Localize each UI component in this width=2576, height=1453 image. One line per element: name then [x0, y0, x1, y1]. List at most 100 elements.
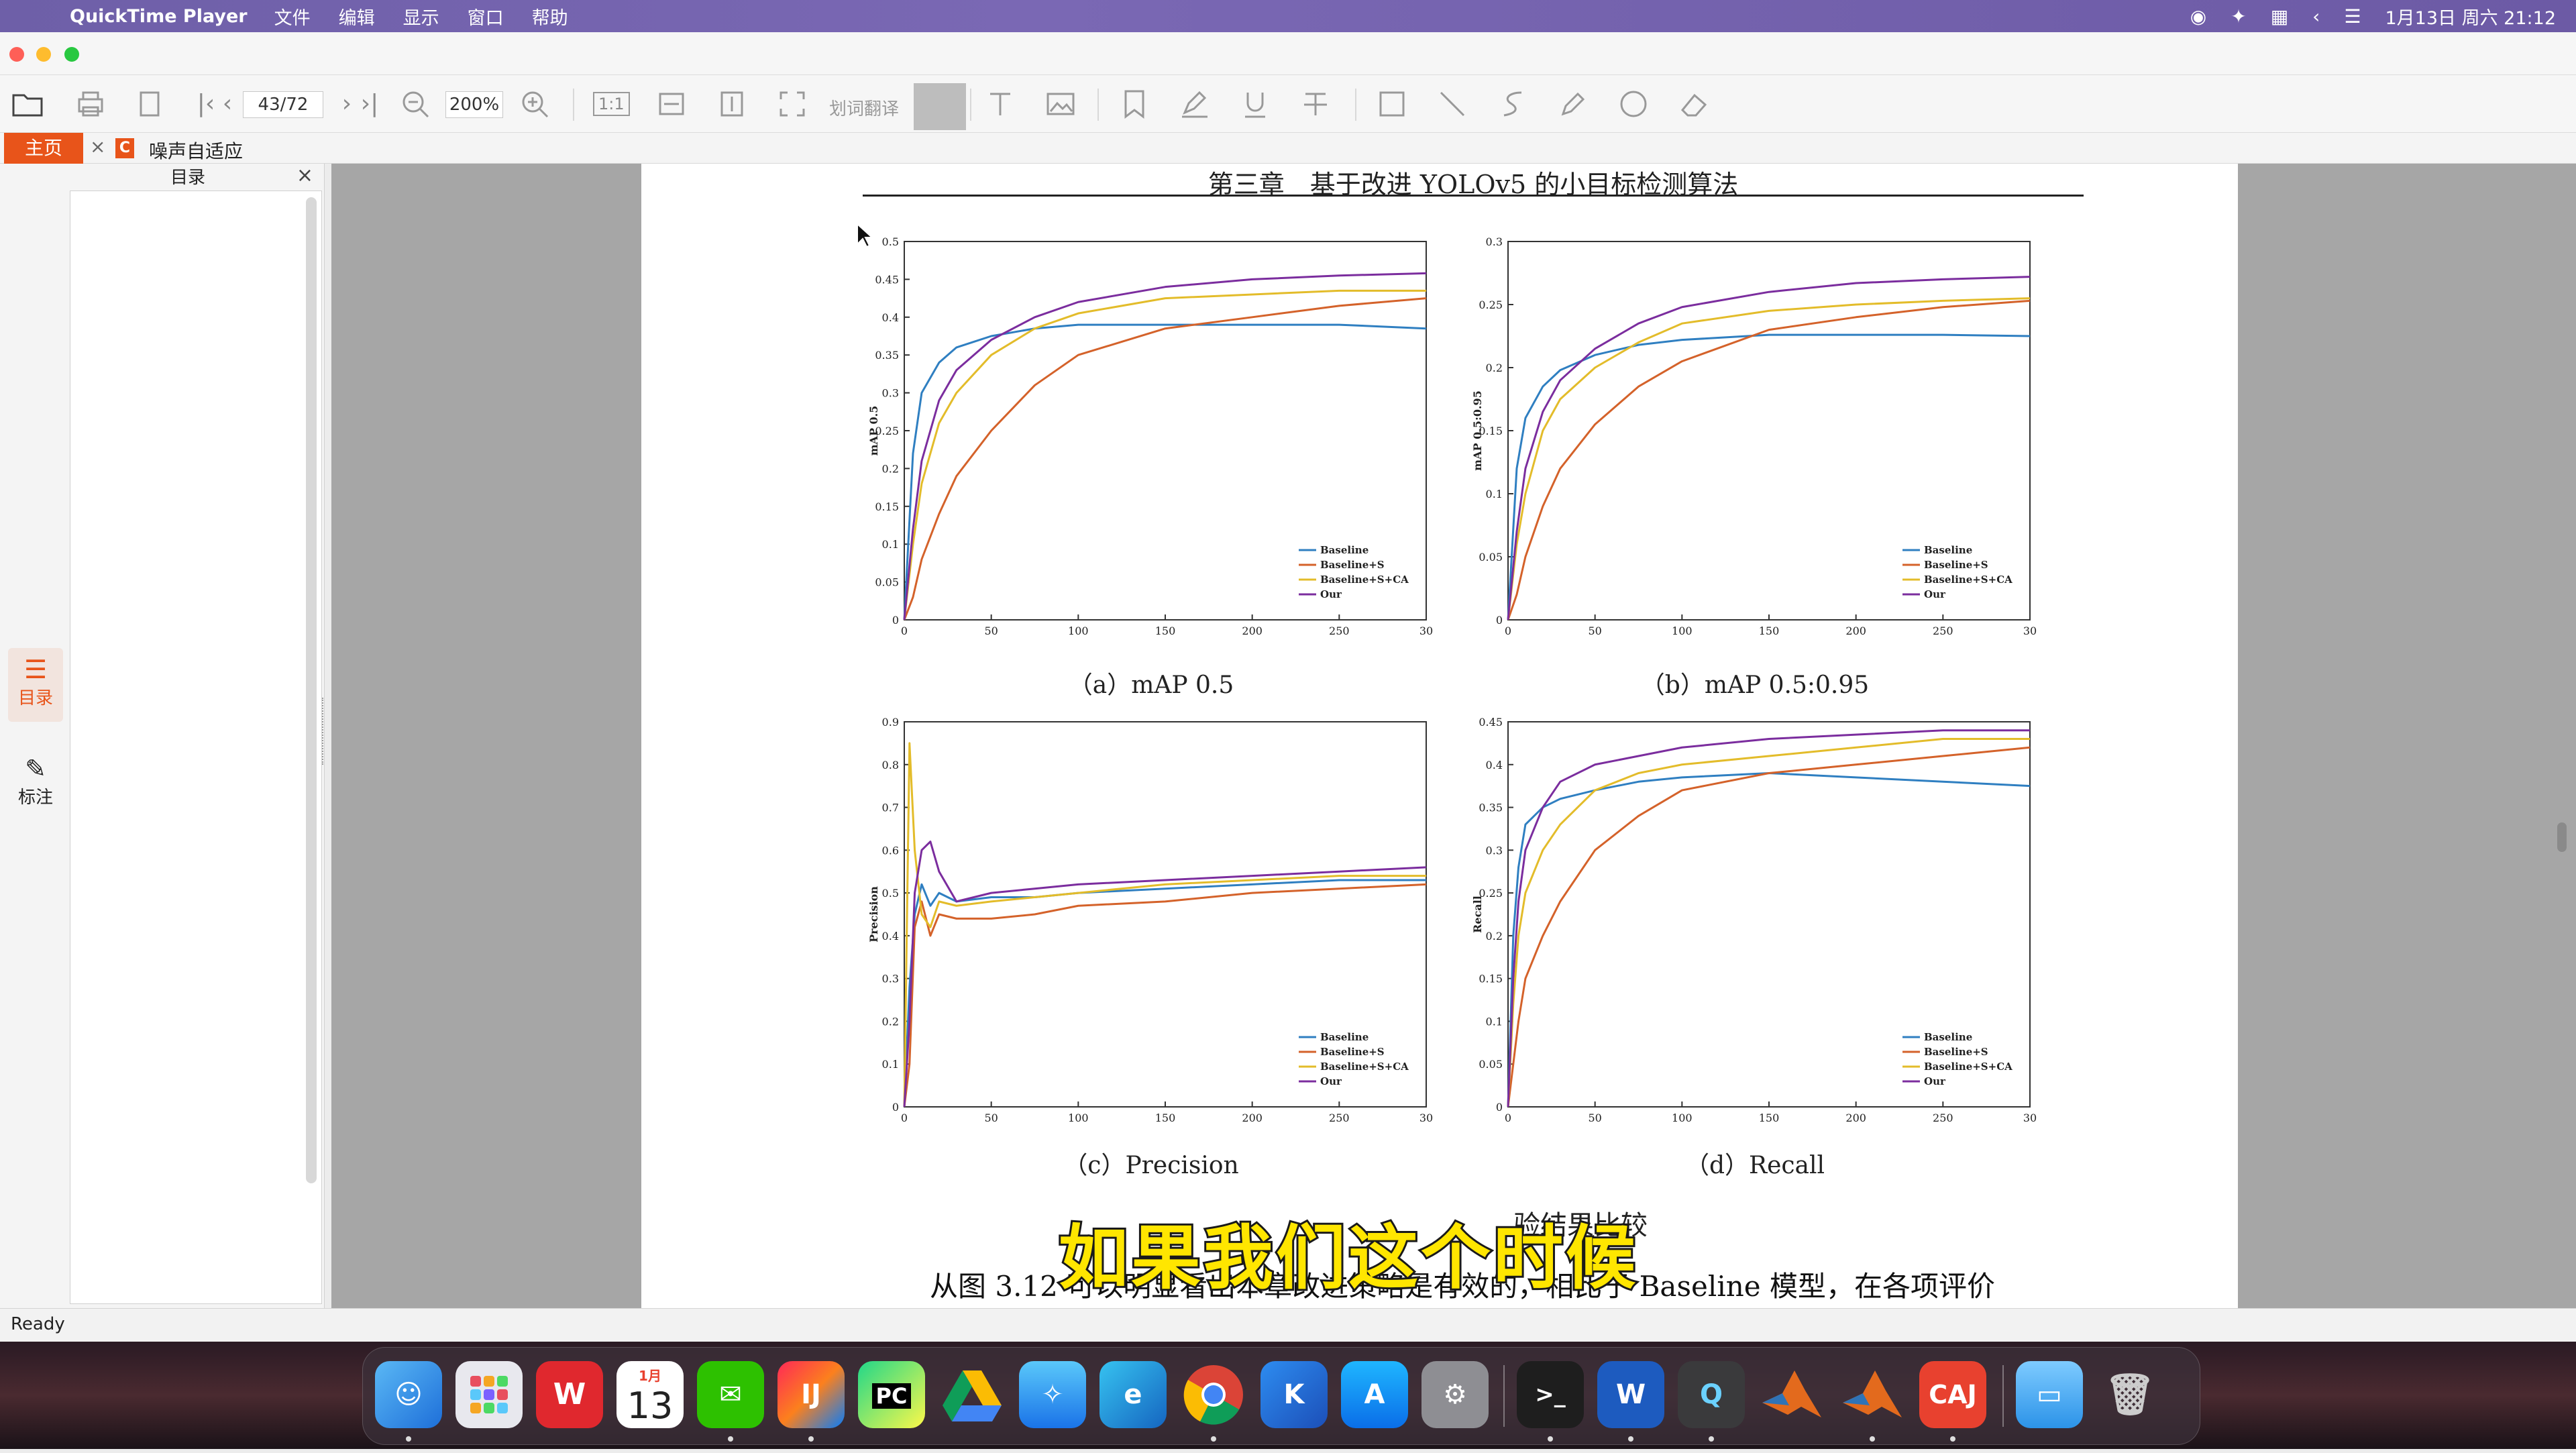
rectangle-tool-icon[interactable]: [1374, 86, 1410, 122]
tab-bar: 主页 × C 噪声自适应: [0, 133, 2576, 164]
screen-record-icon[interactable]: ◉: [2190, 5, 2206, 28]
y-tick-label: 0.8: [882, 759, 899, 771]
fullscreen-icon[interactable]: [774, 86, 810, 122]
underline-icon[interactable]: [1237, 86, 1273, 122]
document-viewport[interactable]: 第三章 基于改进 YOLOv5 的小目标检测算法 0 0.05 0.1 0.15 0.2…: [331, 164, 2576, 1308]
menu-view[interactable]: 显示: [403, 3, 439, 30]
copy-page-icon[interactable]: [131, 86, 168, 122]
prev-page-icon[interactable]: ‹: [209, 86, 246, 122]
legend-label: Baseline+S+CA: [1320, 1061, 1409, 1073]
y-tick-label: 0.45: [875, 273, 899, 286]
fit-height-icon[interactable]: [714, 86, 750, 122]
y-tick-label: 0: [892, 1101, 899, 1114]
wechat-icon[interactable]: ✉: [697, 1361, 764, 1428]
x-tick-label: 30: [1419, 1112, 1433, 1124]
finder-icon[interactable]: ☺: [375, 1361, 442, 1428]
page-number-input[interactable]: 43/72: [243, 91, 323, 118]
y-tick-label: 0: [892, 614, 899, 627]
trash-icon[interactable]: 🗑: [2096, 1361, 2163, 1428]
pycharm-icon[interactable]: PC: [858, 1361, 925, 1428]
calendar-icon[interactable]: 1月 13: [616, 1361, 684, 1428]
bird-status-icon[interactable]: ✦: [2231, 5, 2246, 28]
select-tool-button[interactable]: [914, 83, 966, 130]
y-axis-label: mAP 0.5: [867, 406, 880, 456]
fit-width-icon[interactable]: [653, 86, 690, 122]
toc-rail-button[interactable]: ☰ 目录: [8, 648, 63, 722]
annotation-rail-label: 标注: [17, 788, 53, 808]
highlight-icon[interactable]: [1177, 86, 1213, 122]
menu-help[interactable]: 帮助: [532, 3, 568, 30]
dock-divider: [2002, 1365, 2004, 1427]
control-center-icon[interactable]: ☰: [2344, 5, 2361, 28]
toc-scrollbar[interactable]: [306, 197, 317, 1183]
eraser-icon[interactable]: [1676, 86, 1712, 122]
line-tool-icon[interactable]: [1434, 86, 1470, 122]
system-settings-icon[interactable]: ⚙: [1421, 1361, 1489, 1428]
actual-size-icon[interactable]: 1:1: [593, 86, 630, 122]
text-tool-icon[interactable]: [982, 86, 1018, 122]
strikethrough-icon[interactable]: [1297, 86, 1334, 122]
print-icon[interactable]: [72, 86, 109, 122]
app-store-icon[interactable]: A: [1341, 1361, 1408, 1428]
tab-document[interactable]: 噪声自适应: [149, 137, 243, 164]
y-tick-label: 0.9: [882, 716, 899, 729]
chart-precision-svg: 0 0.1 0.2 0.3 0.4 0.5 0.6 0.7 0.8 0.9 0 50 100 150 200…: [867, 716, 1433, 1124]
running-indicator: [406, 1436, 411, 1442]
image-tool-icon[interactable]: [1042, 86, 1079, 122]
word-translate-button[interactable]: 划词翻译: [829, 95, 899, 120]
caj-viewer-icon[interactable]: CAJ: [1919, 1361, 1986, 1428]
tab-home[interactable]: 主页: [4, 133, 83, 164]
close-window-button[interactable]: [9, 47, 24, 62]
menu-clock[interactable]: 1月13日 周六 21:12: [2385, 3, 2556, 30]
terminal-icon[interactable]: >_: [1517, 1361, 1584, 1428]
zoom-level-field[interactable]: 200%: [445, 91, 503, 118]
zoom-out-icon[interactable]: [397, 86, 433, 122]
annotation-rail-button[interactable]: ✎ 标注: [8, 747, 63, 821]
launchpad-icon[interactable]: [455, 1361, 523, 1428]
matlab-icon[interactable]: [1758, 1361, 1825, 1428]
pen-tool-icon[interactable]: [1555, 86, 1591, 122]
x-tick-label: 50: [1588, 1112, 1601, 1124]
input-method-icon[interactable]: ▦: [2271, 5, 2288, 28]
dock-divider: [1503, 1365, 1505, 1427]
last-page-icon[interactable]: ›|: [352, 86, 388, 122]
close-icon[interactable]: ×: [297, 164, 313, 187]
edge-icon[interactable]: e: [1099, 1361, 1167, 1428]
ellipse-tool-icon[interactable]: [1615, 86, 1652, 122]
open-folder-icon[interactable]: [9, 86, 46, 122]
toolbar-divider: [1355, 89, 1356, 121]
word-icon[interactable]: W: [1597, 1361, 1664, 1428]
close-tab-icon[interactable]: ×: [90, 136, 105, 158]
menu-window[interactable]: 窗口: [468, 3, 504, 30]
document-scrollbar[interactable]: [2557, 822, 2567, 852]
menu-edit[interactable]: 编辑: [339, 3, 375, 30]
chevron-left-icon[interactable]: ‹: [2312, 5, 2320, 28]
minimize-window-button[interactable]: [36, 47, 51, 62]
freehand-tool-icon[interactable]: [1495, 86, 1531, 122]
quicktime-icon[interactable]: Q: [1678, 1361, 1745, 1428]
y-tick-label: 0.15: [1479, 973, 1503, 985]
x-tick-label: 250: [1329, 1112, 1350, 1124]
panel-resize-handle[interactable]: [322, 698, 327, 765]
wps-office-icon[interactable]: W: [536, 1361, 603, 1428]
window-titlebar: [0, 32, 2576, 75]
downloads-folder-icon[interactable]: ▭: [2016, 1361, 2083, 1428]
matlab-2-icon[interactable]: [1839, 1361, 1906, 1428]
google-drive-icon[interactable]: [938, 1361, 1006, 1428]
running-indicator: [1709, 1436, 1714, 1442]
safari-icon[interactable]: ✧: [1019, 1361, 1086, 1428]
keynote-k-icon[interactable]: K: [1260, 1361, 1328, 1428]
chrome-icon[interactable]: [1180, 1361, 1247, 1428]
toolbar-divider: [1097, 89, 1099, 121]
toc-list[interactable]: [70, 191, 322, 1304]
y-axis-label: Precision: [867, 886, 880, 943]
zoom-in-icon[interactable]: [517, 86, 553, 122]
legend-label: Baseline+S+CA: [1924, 574, 2012, 586]
zoom-window-button[interactable]: [64, 47, 79, 62]
app-menu[interactable]: QuickTime Player: [70, 6, 248, 27]
list-icon: ☰: [23, 655, 48, 684]
bookmark-icon[interactable]: [1116, 86, 1152, 122]
menu-file[interactable]: 文件: [274, 3, 311, 30]
y-tick-label: 0.05: [875, 576, 899, 589]
intellij-idea-icon[interactable]: IJ: [777, 1361, 845, 1428]
